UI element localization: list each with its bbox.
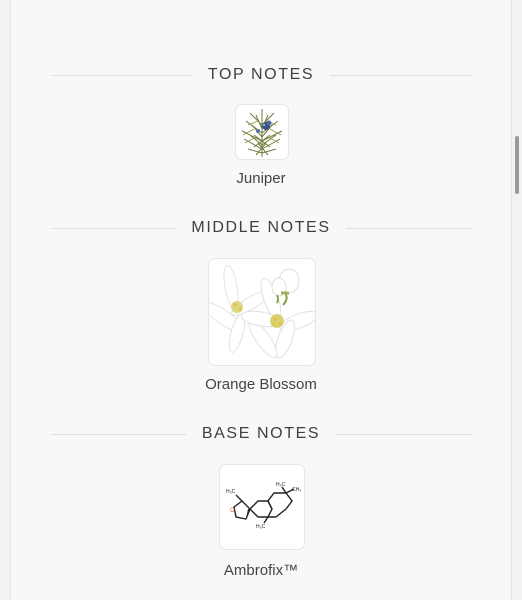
methyl-label: H₃C [256,524,266,530]
note-label-juniper: Juniper [236,170,286,187]
juniper-card[interactable] [235,104,289,160]
methyl-label: H₃C [276,482,286,488]
top-notes-header: TOP NOTES [11,60,511,90]
vertical-scrollbar[interactable] [515,136,519,194]
ambrofix-card[interactable]: O H₃C H₃C CH₃ H₃C [219,464,305,550]
juniper-branch-image [241,109,283,157]
note-label-orange-blossom: Orange Blossom [205,376,317,393]
divider-line [51,75,211,76]
divider-line [51,228,191,229]
divider-line [51,434,201,435]
orange-blossom-image [209,264,315,359]
fragrance-notes-panel: TOP NOTES Juniper MIDDLE NOTES Orange Bl… [10,0,512,600]
middle-notes-header: MIDDLE NOTES [11,213,511,243]
methyl-label: CH₃ [292,487,301,493]
divider-line [323,75,473,76]
base-notes-title: BASE NOTES [185,419,337,449]
oxygen-label: O [230,508,235,514]
note-label-ambrofix: Ambrofix™ [223,562,299,579]
middle-notes-title: MIDDLE NOTES [175,213,347,243]
divider-line [341,228,473,229]
divider-line [331,434,473,435]
ambrofix-molecule-image: O H₃C H₃C CH₃ H₃C [226,482,301,530]
top-notes-title: TOP NOTES [191,60,331,90]
base-notes-header: BASE NOTES [11,419,511,449]
orange-blossom-card[interactable] [208,258,316,366]
methyl-label: H₃C [226,489,236,495]
